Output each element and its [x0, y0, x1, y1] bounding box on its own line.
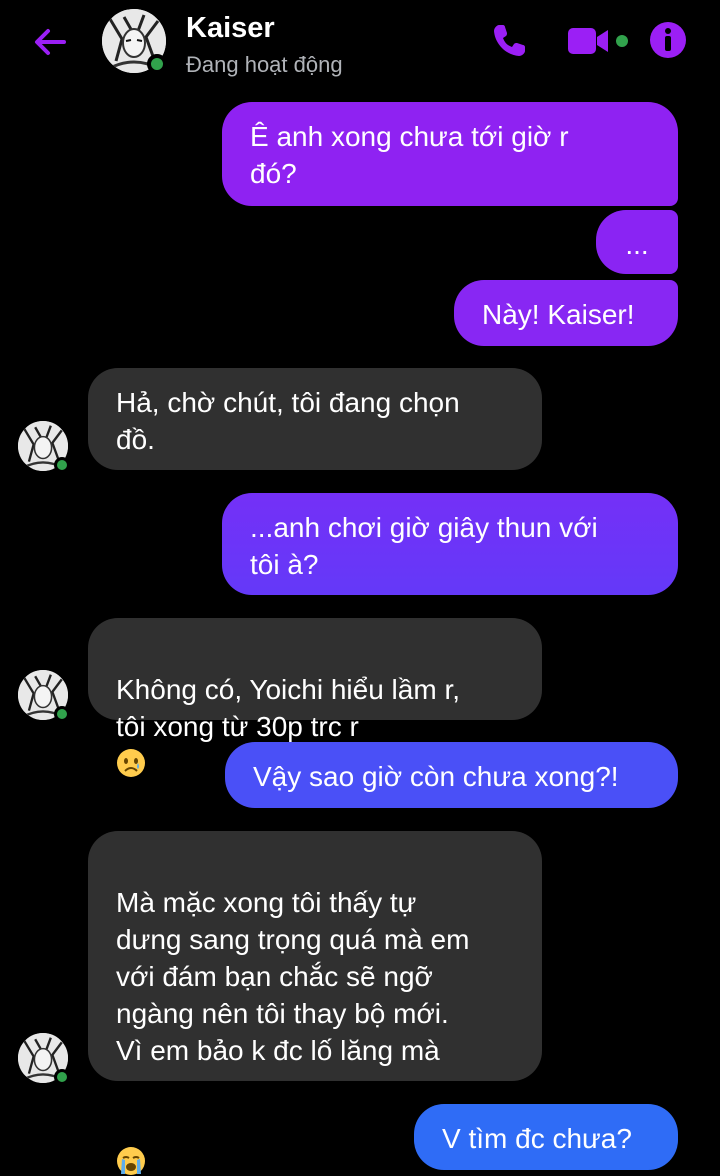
online-indicator: [54, 457, 70, 473]
arrow-left-icon[interactable]: [30, 22, 70, 62]
active-status: Đang hoạt động: [186, 52, 343, 77]
contact-name[interactable]: Kaiser: [186, 12, 275, 45]
message-outgoing[interactable]: Này! Kaiser!: [454, 280, 678, 346]
avatar[interactable]: [18, 1033, 70, 1085]
online-indicator: [147, 54, 167, 74]
online-indicator: [54, 1069, 70, 1085]
avatar[interactable]: [18, 670, 70, 722]
message-outgoing[interactable]: Ê anh xong chưa tới giờ r đó?: [222, 102, 678, 206]
message-incoming[interactable]: Mà mặc xong tôi thấy tự dưng sang trọng …: [88, 831, 542, 1175]
avatar[interactable]: [102, 9, 167, 74]
video-camera-icon[interactable]: [566, 24, 632, 58]
online-indicator: [54, 706, 70, 722]
phone-icon[interactable]: [490, 20, 530, 60]
message-text: Không có, Yoichi hiểu lầm r, tôi xong từ…: [116, 674, 461, 742]
chat-header: Kaiser Đang hoạt động: [0, 0, 720, 90]
message-text: Mà mặc xong tôi thấy tự dưng sang trọng …: [116, 887, 470, 1066]
message-incoming[interactable]: Hả, chờ chút, tôi đang chọn đồ.: [88, 368, 542, 470]
info-icon[interactable]: [648, 20, 688, 60]
message-outgoing[interactable]: V tìm đc chưa?: [414, 1104, 678, 1170]
message-outgoing[interactable]: ...anh chơi giờ giây thun với tôi à?: [222, 493, 678, 595]
crying-face-emoji: [117, 1147, 145, 1175]
message-outgoing[interactable]: ...: [596, 210, 678, 274]
message-outgoing[interactable]: Vậy sao giờ còn chưa xong?!: [225, 742, 678, 808]
sad-face-emoji: [117, 749, 145, 777]
message-incoming[interactable]: Không có, Yoichi hiểu lầm r, tôi xong từ…: [88, 618, 542, 777]
avatar[interactable]: [18, 421, 70, 473]
